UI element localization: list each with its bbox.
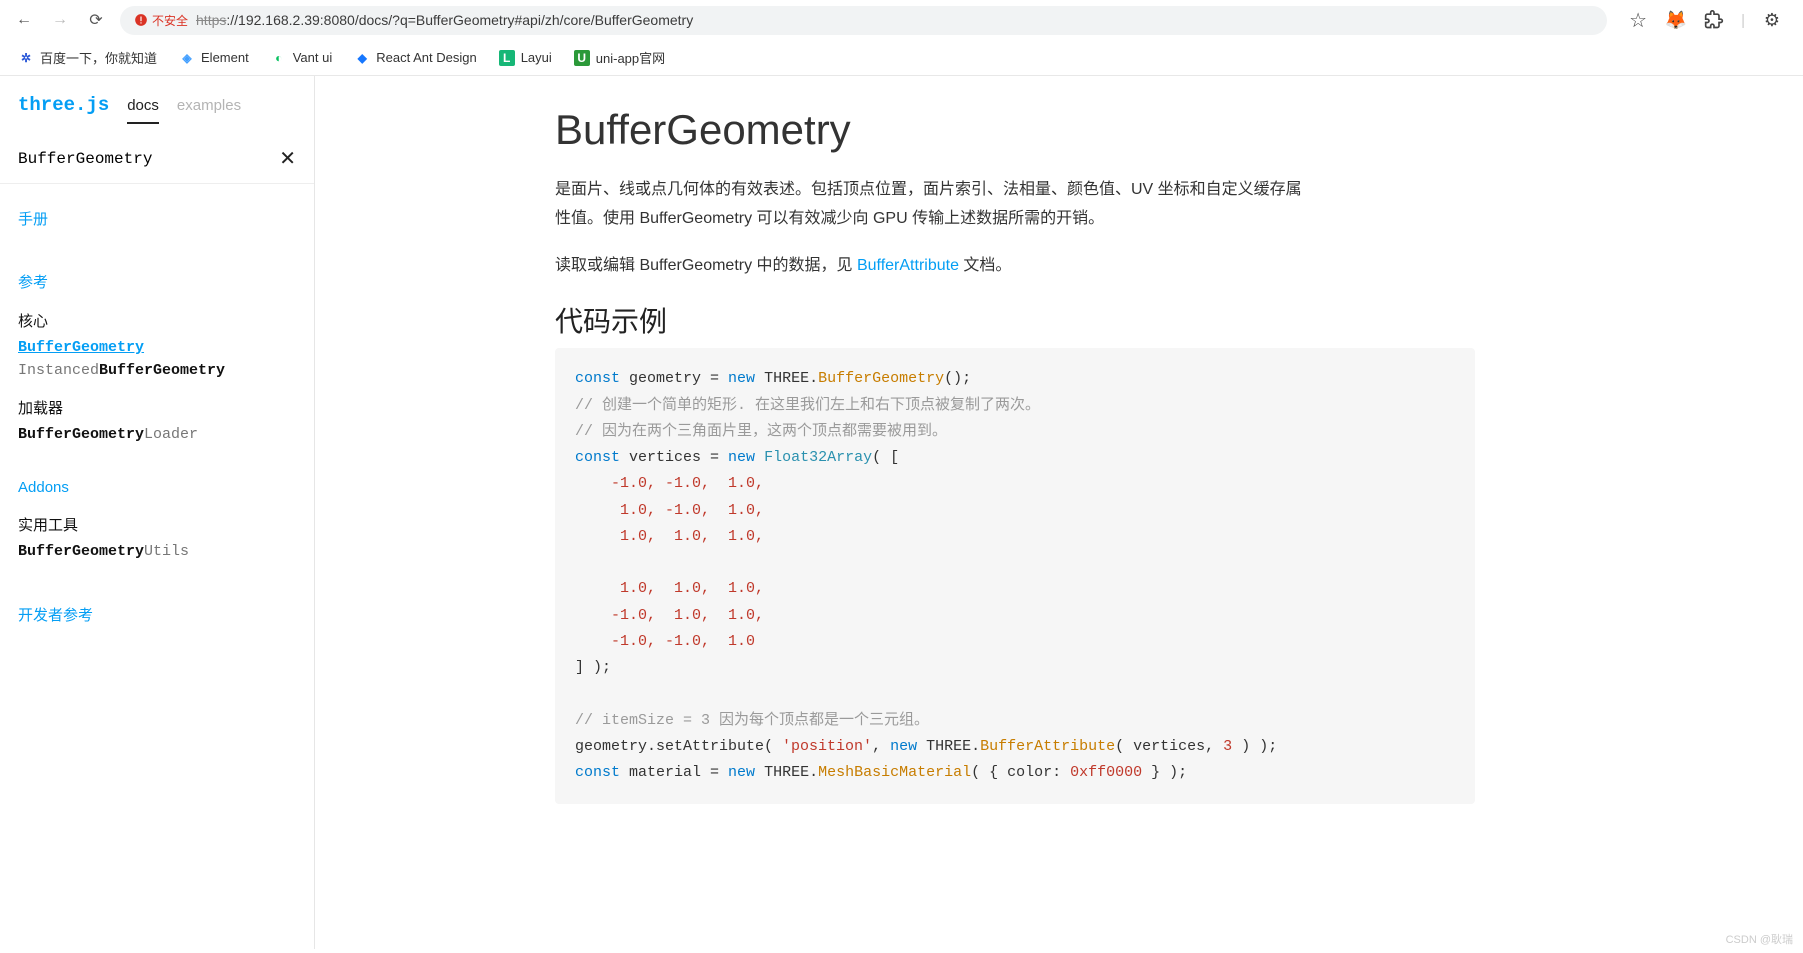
nav-subhead-loaders: 加载器 <box>18 397 296 418</box>
url-bar[interactable]: 不安全 https://192.168.2.39:8080/docs/?q=Bu… <box>120 6 1607 35</box>
nav-section-dev[interactable]: 开发者参考 <box>18 604 296 625</box>
reload-button[interactable]: ⟳ <box>84 8 108 32</box>
not-secure-badge: 不安全 <box>134 12 188 29</box>
nav-section-manual[interactable]: 手册 <box>18 208 296 229</box>
star-icon[interactable]: ☆ <box>1627 9 1649 31</box>
brand[interactable]: three.js <box>18 94 109 116</box>
back-button[interactable]: ← <box>12 8 36 32</box>
bookmarks-bar: ✲百度一下，你就知道 ◈Element ◐Vant ui ◆React Ant … <box>0 40 1803 76</box>
nav-item-instanced[interactable]: InstancedBufferGeometry <box>18 362 296 379</box>
main-content: BufferGeometry 是面片、线或点几何体的有效表述。包括顶点位置，面片… <box>315 76 1803 949</box>
bookmark-element[interactable]: ◈Element <box>179 50 249 66</box>
bookmark-uniapp[interactable]: Uuni-app官网 <box>574 48 665 67</box>
sidebar-header: three.js docs examples <box>0 90 314 134</box>
search-input[interactable] <box>18 150 279 168</box>
code-example-heading: 代码示例 <box>555 300 1743 340</box>
nav-section-reference[interactable]: 参考 <box>18 271 296 292</box>
sidebar: three.js docs examples ✕ 手册 参考 核心 Buffer… <box>0 76 315 949</box>
nav-section-addons[interactable]: Addons <box>18 479 296 496</box>
nav-subhead-utils: 实用工具 <box>18 514 296 535</box>
nav-item-loader[interactable]: BufferGeometryLoader <box>18 426 296 443</box>
bookmark-layui[interactable]: LLayui <box>499 50 552 66</box>
watermark: CSDN @耿瑞 <box>1726 931 1793 947</box>
settings-icon[interactable]: ⚙ <box>1761 9 1783 31</box>
intro-para-2: 读取或编辑 BufferGeometry 中的数据，见 BufferAttrib… <box>555 252 1315 281</box>
bufferattribute-link[interactable]: BufferAttribute <box>857 257 959 274</box>
nav: 手册 参考 核心 BufferGeometry InstancedBufferG… <box>0 184 314 949</box>
warning-icon <box>134 13 148 27</box>
url-text: https://192.168.2.39:8080/docs/?q=Buffer… <box>196 12 693 28</box>
nav-item-utils[interactable]: BufferGeometryUtils <box>18 543 296 560</box>
nav-subhead-core: 核心 <box>18 310 296 331</box>
search-row: ✕ <box>0 134 314 184</box>
browser-toolbar: ← → ⟳ 不安全 https://192.168.2.39:8080/docs… <box>0 0 1803 40</box>
page-title: BufferGeometry <box>555 106 1743 154</box>
metamask-icon[interactable]: 🦊 <box>1665 9 1687 31</box>
bookmark-antd[interactable]: ◆React Ant Design <box>354 50 476 66</box>
bookmark-baidu[interactable]: ✲百度一下，你就知道 <box>18 48 157 67</box>
code-block: const geometry = new THREE.BufferGeometr… <box>555 348 1475 804</box>
page: three.js docs examples ✕ 手册 参考 核心 Buffer… <box>0 76 1803 949</box>
toolbar-right: ☆ 🦊 | ⚙ <box>1619 9 1791 31</box>
forward-button[interactable]: → <box>48 8 72 32</box>
not-secure-label: 不安全 <box>152 12 188 29</box>
extensions-icon[interactable] <box>1703 9 1725 31</box>
clear-search-button[interactable]: ✕ <box>279 146 296 171</box>
tab-examples[interactable]: examples <box>177 97 241 122</box>
intro-para-1: 是面片、线或点几何体的有效表述。包括顶点位置，面片索引、法相量、颜色值、UV 坐… <box>555 176 1315 234</box>
tab-docs[interactable]: docs <box>127 97 159 124</box>
bookmark-vant[interactable]: ◐Vant ui <box>271 50 333 66</box>
nav-item-buffergeometry[interactable]: BufferGeometry <box>18 339 296 356</box>
